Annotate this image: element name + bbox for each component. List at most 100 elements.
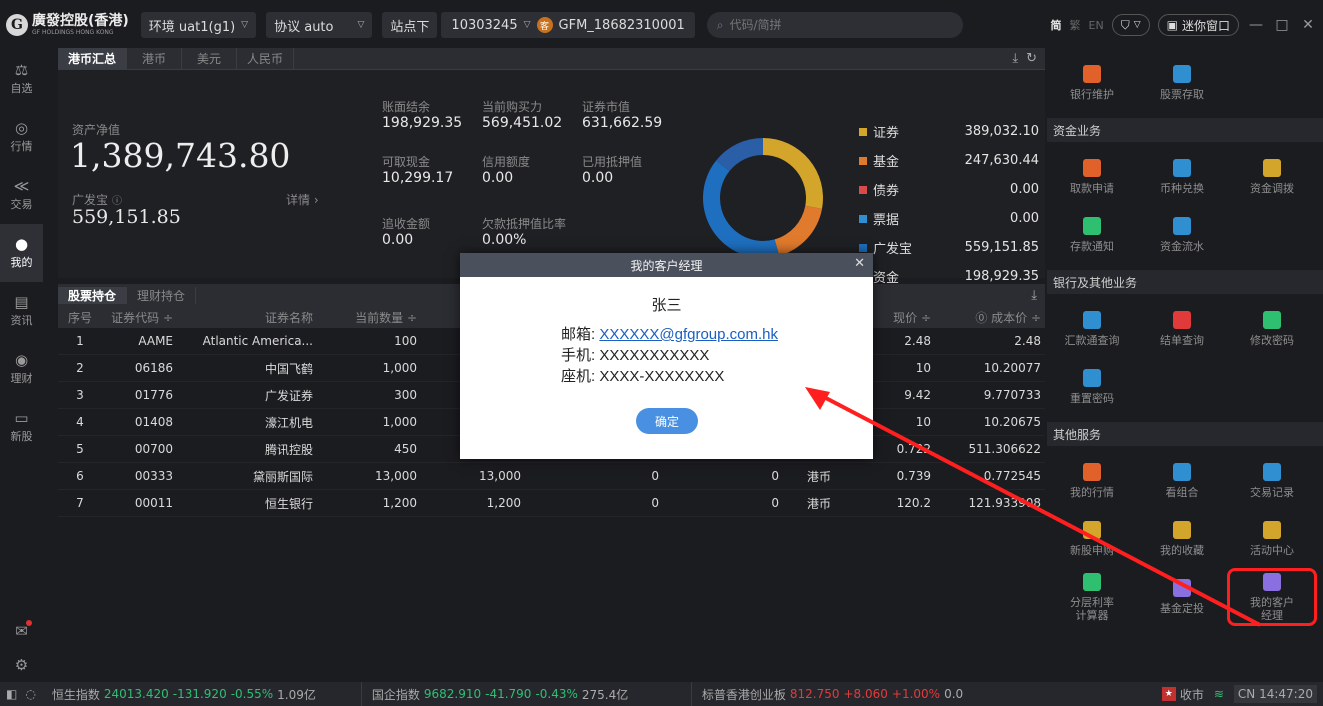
tab-wealth-holdings[interactable]: 理财持仓: [127, 286, 197, 304]
service-exchange[interactable]: 币种兑换: [1137, 148, 1227, 206]
account-select[interactable]: 10303245 ▽ 客 GFM_18682310001: [441, 12, 695, 38]
col-header[interactable]: 证券代码 ÷: [102, 309, 177, 326]
refresh-icon[interactable]: ↻: [1026, 51, 1037, 66]
tab-hkd-summary[interactable]: 港币汇总: [58, 48, 128, 69]
mini-window-button[interactable]: ▣ 迷你窗口: [1157, 14, 1239, 36]
service-person[interactable]: 汇款通查询: [1047, 300, 1137, 358]
fund-services: 取款申请 币种兑换 资金调拨存款通知 资金流水: [1047, 142, 1323, 270]
service-reset-lock[interactable]: 重置密码: [1047, 358, 1137, 416]
field-value: 10,299.17: [382, 170, 454, 186]
col-header[interactable]: 证券名称: [177, 309, 317, 326]
minimize-icon[interactable]: —: [1247, 17, 1265, 33]
table-cell: 01776: [134, 388, 173, 402]
table-row[interactable]: 7 00011 恒生银行 1,200 1,200 0 0 港币 120.2 121.933908: [58, 490, 1045, 517]
legend-name: 票据: [873, 213, 900, 228]
portfolio-icon: [1173, 463, 1191, 481]
bank-card-icon: [1083, 65, 1101, 83]
net-asset-value: 1,389,743.80: [70, 136, 291, 175]
nav-watchlist[interactable]: ⚖ 自选: [0, 50, 43, 108]
tab-hkd[interactable]: 港币: [127, 48, 183, 69]
service-manager[interactable]: 我的客户经理: [1227, 568, 1317, 626]
nav-wealth[interactable]: ◉ 理财: [0, 340, 43, 398]
asset-donut-chart: [703, 138, 823, 258]
protocol-select[interactable]: 协议 auto ▽: [266, 12, 373, 38]
gem-turnover: 0.0: [944, 687, 964, 701]
services-panel: 银行维护 股票存取 资金业务 取款申请 币种兑换 资金调拨存款通知 资金流水 银行及其他…: [1047, 48, 1323, 682]
service-gift[interactable]: 活动中心: [1227, 510, 1317, 568]
service-label: 看组合: [1165, 486, 1199, 499]
nav-trade[interactable]: ≪ 交易: [0, 166, 43, 224]
skin-menu[interactable]: ⛉ ▽: [1111, 14, 1150, 36]
service-stock-chart[interactable]: 股票存取: [1137, 54, 1227, 112]
top-bar: G 廣發控股(香港) GF HOLDINGS HONG KONG 环境 uat1…: [0, 0, 1323, 50]
table-cell: 10.20077: [983, 361, 1041, 375]
nav-news[interactable]: ▤ 资讯: [0, 282, 43, 340]
service-record[interactable]: 交易记录: [1227, 452, 1317, 510]
table-cell: 0.739: [896, 469, 931, 483]
tab-stock-holdings[interactable]: 股票持仓: [58, 286, 128, 304]
tab-rmb[interactable]: 人民币: [237, 48, 295, 69]
logo-en: GF HOLDINGS HONG KONG: [32, 29, 114, 36]
fund-section-header: 资金业务: [1047, 118, 1323, 142]
export-icon[interactable]: ⤓: [1031, 288, 1037, 303]
manager-phone: XXXXXXXXXXX: [599, 347, 710, 364]
account-manager-dialog: 我的客户经理 ✕ 张三 邮箱: XXXXXX@gfgroup.com.hk 手机…: [460, 253, 873, 459]
service-portfolio[interactable]: 看组合: [1137, 452, 1227, 510]
col-header[interactable]: ⓪ 成本价 ÷: [935, 309, 1045, 326]
download-icon[interactable]: ⤓: [1012, 51, 1018, 66]
table-cell: 0: [651, 496, 659, 510]
field-value: 631,662.59: [582, 115, 663, 131]
tab-usd[interactable]: 美元: [182, 48, 238, 69]
lang-simplified[interactable]: 简: [1051, 17, 1062, 33]
gem-ticker[interactable]: 标普香港创业板 812.750 +8.060 +1.00% 0.0: [692, 682, 973, 706]
star-icon: [1173, 521, 1191, 539]
lang-traditional[interactable]: 繁: [1070, 17, 1081, 33]
service-deposit[interactable]: 存款通知: [1047, 206, 1137, 264]
hscei-ticker[interactable]: 国企指数 9682.910 -41.790 -0.43% 275.4亿: [362, 682, 692, 706]
service-star[interactable]: 我的收藏: [1137, 510, 1227, 568]
field-label: 欠款抵押值比率: [482, 217, 567, 231]
close-icon[interactable]: ✕: [854, 256, 865, 271]
hsi-ticker[interactable]: 恒生指数 24013.420 -131.920 -0.55% 1.09亿: [42, 682, 362, 706]
service-wallet[interactable]: 资金调拨: [1227, 148, 1317, 206]
lang-en[interactable]: EN: [1089, 19, 1104, 32]
site-select[interactable]: 站点下: [382, 12, 438, 38]
service-calculator[interactable]: 分层利率计算器: [1047, 568, 1137, 626]
env-select[interactable]: 环境 uat1(g1) ▽: [140, 12, 257, 38]
donut-slice[interactable]: [703, 160, 780, 258]
close-icon[interactable]: ✕: [1299, 17, 1317, 33]
col-header[interactable]: 序号: [58, 309, 102, 326]
donut-slice[interactable]: [774, 205, 823, 256]
service-quote[interactable]: 我的行情: [1047, 452, 1137, 510]
maximize-icon[interactable]: □: [1273, 17, 1291, 33]
col-header[interactable]: 当前数量 ÷: [317, 309, 421, 326]
feedback-icon[interactable]: ◌: [25, 687, 35, 701]
service-bank-card[interactable]: 银行维护: [1047, 54, 1137, 112]
service-ipo[interactable]: 新股申购: [1047, 510, 1137, 568]
ok-button[interactable]: 确定: [636, 408, 698, 434]
service-flow[interactable]: 资金流水: [1137, 206, 1227, 264]
donut-slice[interactable]: [763, 138, 823, 209]
service-ticket[interactable]: 结单查询: [1137, 300, 1227, 358]
nav-ipo[interactable]: ▭ 新股: [0, 398, 43, 456]
nav-quotes[interactable]: ◎ 行情: [0, 108, 43, 166]
table-row[interactable]: 6 00333 黛丽斯国际 13,000 13,000 0 0 港币 0.739 0.772545: [58, 463, 1045, 490]
service-money-bag[interactable]: 取款申请: [1047, 148, 1137, 206]
settings-icon[interactable]: ⚙: [15, 656, 28, 674]
manager-icon: [1263, 572, 1281, 591]
service-lock[interactable]: 修改密码: [1227, 300, 1317, 358]
detail-link[interactable]: 详情 ›: [286, 191, 319, 208]
service-clock[interactable]: 基金定投: [1137, 568, 1227, 626]
message-icon[interactable]: ✉: [15, 620, 32, 640]
info-icon[interactable]: ⓘ: [112, 192, 122, 207]
nav-mine[interactable]: ● 我的: [0, 224, 43, 282]
hscei-change: -41.790: [485, 687, 532, 701]
search-box[interactable]: ⌕: [706, 12, 963, 38]
panel-toggle-icon[interactable]: ◧: [6, 687, 17, 701]
gem-value: 812.750: [789, 687, 840, 701]
manager-email-link[interactable]: XXXXXX@gfgroup.com.hk: [599, 326, 778, 343]
stock-chart-icon: [1173, 65, 1191, 83]
bank-section-header: 银行及其他业务: [1047, 270, 1323, 294]
logo-mark: G: [6, 14, 28, 36]
search-input[interactable]: [729, 18, 930, 32]
